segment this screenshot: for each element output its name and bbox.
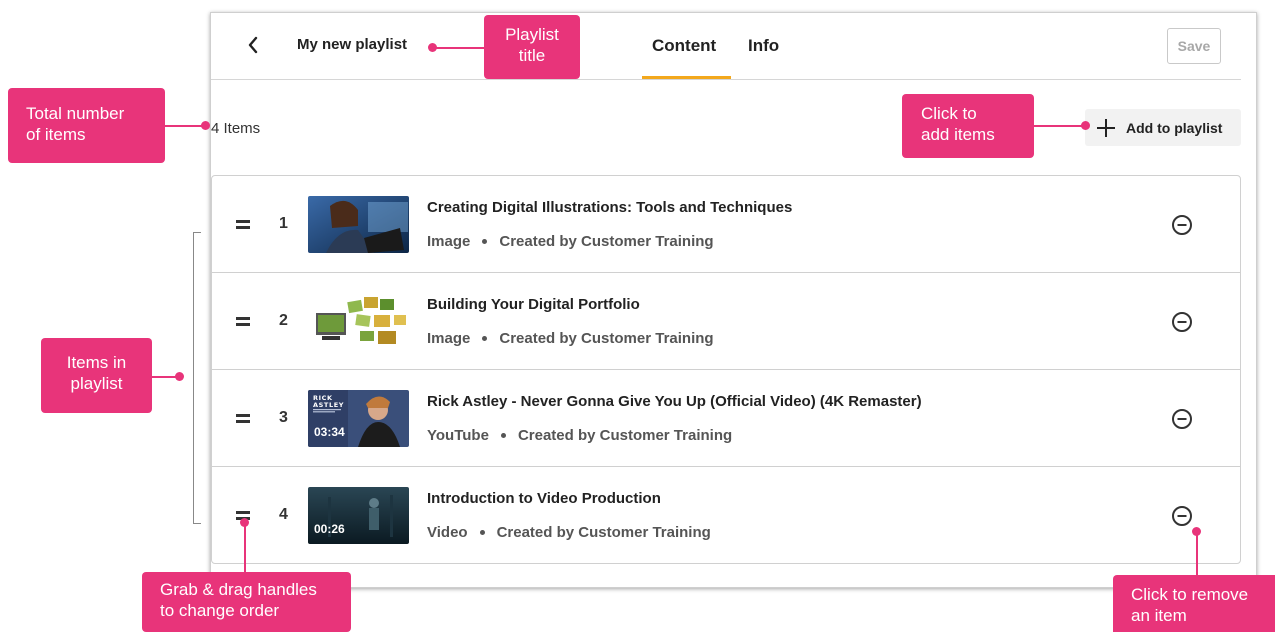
add-to-playlist-button[interactable]: Add to playlist [1085, 109, 1241, 146]
annotation-text: Grab & drag handles [160, 580, 317, 599]
item-meta: Video Created by Customer Training [427, 524, 711, 541]
item-duration: 00:26 [314, 522, 345, 536]
annotation-line [1034, 125, 1086, 127]
separator-dot [482, 239, 488, 244]
annotation-text: Click to [921, 104, 977, 123]
annotation-text: Items in [66, 353, 127, 372]
annotation-text: Playlist [505, 25, 559, 44]
drag-handle-icon[interactable] [236, 218, 252, 230]
item-index: 4 [279, 506, 288, 523]
item-type: Image [427, 233, 471, 250]
playlist-editor-panel: My new playlist Content Info Save 4 Item… [210, 12, 1257, 588]
annotation-text: to change order [160, 601, 280, 620]
rick-astley-logo: RICK ASTLEY [313, 394, 344, 413]
back-button[interactable] [241, 33, 265, 57]
annotation-line [244, 523, 246, 573]
svg-text:ASTLEY: ASTLEY [313, 401, 344, 409]
item-index: 3 [279, 409, 288, 426]
annotation-add-items: Click to add items [902, 94, 1034, 158]
item-thumbnail [308, 196, 409, 253]
annotation-text: Total number [26, 104, 125, 123]
annotation-pin [1081, 121, 1090, 130]
item-index: 1 [279, 215, 288, 232]
annotation-line [1196, 532, 1198, 576]
item-index: 2 [279, 312, 288, 329]
item-type: Video [427, 524, 468, 541]
annotation-pin [201, 121, 210, 130]
save-button[interactable]: Save [1167, 28, 1221, 64]
annotation-drag-handles: Grab & drag handles to change order [142, 572, 351, 632]
drag-handle-icon[interactable] [236, 315, 252, 327]
playlist-title[interactable]: My new playlist [297, 36, 407, 53]
separator-dot [500, 433, 506, 438]
playlist-header: My new playlist Content Info Save [211, 13, 1241, 80]
item-type: Image [427, 330, 471, 347]
annotation-text: Click to remove [1131, 585, 1249, 604]
item-thumbnail: 00:26 [308, 487, 409, 544]
item-type: YouTube [427, 427, 489, 444]
item-count: 4 Items [211, 120, 261, 137]
annotation-text: title [518, 46, 546, 65]
separator-dot [482, 336, 488, 341]
item-meta: Image Created by Customer Training [427, 330, 714, 347]
item-title[interactable]: Creating Digital Illustrations: Tools an… [427, 199, 792, 216]
drag-handle-icon[interactable] [236, 412, 252, 424]
item-duration: 03:34 [314, 425, 345, 439]
minus-circle-icon[interactable] [1171, 214, 1193, 236]
annotation-line [433, 47, 485, 49]
item-title[interactable]: Rick Astley - Never Gonna Give You Up (O… [427, 393, 922, 410]
item-creator: Created by Customer Training [496, 524, 711, 541]
list-item: 4 00:26 Introduction to Video Production… [212, 467, 1240, 563]
separator-dot [479, 530, 485, 535]
list-item: 3 RICK ASTLEY 03:34 Rick Astley - Never [212, 370, 1240, 467]
annotation-text: of items [26, 125, 86, 144]
item-creator: Created by Customer Training [499, 233, 714, 250]
items-bracket [193, 232, 201, 524]
add-to-playlist-label: Add to playlist [1126, 119, 1223, 136]
annotation-text: playlist [70, 374, 123, 393]
tab-info[interactable]: Info [748, 36, 779, 56]
annotation-pin [175, 372, 184, 381]
minus-circle-icon[interactable] [1171, 311, 1193, 333]
list-item: 1 Creating Digital Illustrations: Tools … [212, 176, 1240, 273]
active-tab-indicator [642, 76, 731, 79]
playlist-items: 1 Creating Digital Illustrations: Tools … [211, 175, 1241, 564]
item-meta: Image Created by Customer Training [427, 233, 714, 250]
item-thumbnail [308, 293, 409, 350]
annotation-remove-item: Click to remove an item [1113, 575, 1275, 632]
item-title[interactable]: Introduction to Video Production [427, 490, 661, 507]
item-meta: YouTube Created by Customer Training [427, 427, 732, 444]
item-thumbnail: RICK ASTLEY 03:34 [308, 390, 409, 447]
list-item: 2 Building Your Digital Portfolio Image … [212, 273, 1240, 370]
chevron-left-icon [248, 36, 258, 54]
annotation-text: an item [1131, 606, 1187, 625]
item-creator: Created by Customer Training [517, 427, 733, 444]
tab-content[interactable]: Content [652, 36, 716, 56]
annotation-total-items: Total number of items [8, 88, 165, 163]
annotation-items-in-playlist: Items in playlist [41, 338, 152, 413]
annotation-playlist-title: Playlist title [484, 15, 580, 79]
item-creator: Created by Customer Training [499, 330, 714, 347]
plus-icon [1097, 118, 1115, 137]
item-title[interactable]: Building Your Digital Portfolio [427, 296, 640, 313]
minus-circle-icon[interactable] [1171, 408, 1193, 430]
annotation-line [165, 125, 205, 127]
minus-circle-icon[interactable] [1171, 505, 1193, 527]
annotation-text: add items [921, 125, 995, 144]
